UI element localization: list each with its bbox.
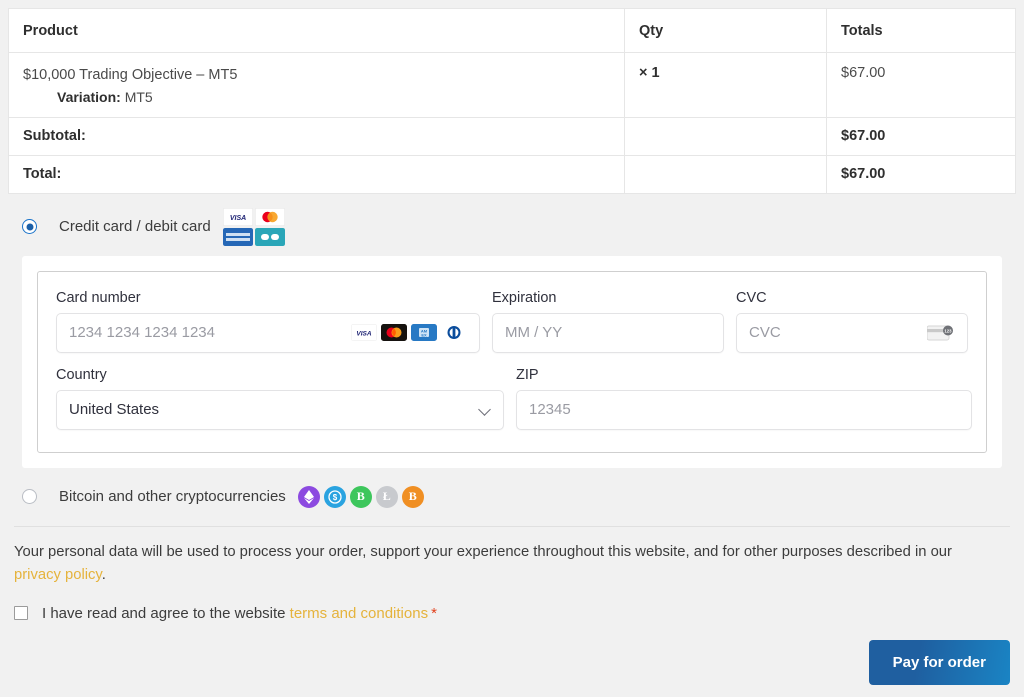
zip-label: ZIP: [516, 367, 972, 383]
field-cvc: CVC CVC 123: [736, 290, 968, 353]
bitcoin-cash-icon: B: [350, 486, 372, 508]
column-header-qty: Qty: [625, 9, 827, 53]
svg-text:VISA: VISA: [356, 331, 371, 338]
ethereum-icon: [298, 486, 320, 508]
country-label: Country: [56, 367, 504, 383]
cvc-label: CVC: [736, 290, 968, 306]
total-spacer: [625, 155, 827, 193]
privacy-text-before: Your personal data will be used to proce…: [14, 544, 952, 560]
terms-label: I have read and agree to the website ter…: [42, 605, 437, 622]
cvc-card-icon: 123: [927, 324, 955, 342]
card-number-input[interactable]: 1234 1234 1234 1234 VISA AMEX: [56, 313, 480, 353]
expiration-label: Expiration: [492, 290, 724, 306]
product-qty: × 1: [625, 53, 827, 118]
action-row: Pay for order: [0, 622, 1024, 685]
required-asterisk: *: [431, 605, 437, 622]
subtotal-label: Subtotal:: [9, 117, 625, 155]
product-name: $10,000 Trading Objective – MT5: [23, 65, 610, 87]
cb-icon: [255, 228, 285, 246]
svg-text:VISA: VISA: [230, 215, 246, 222]
column-header-totals: Totals: [827, 9, 1016, 53]
pay-for-order-button[interactable]: Pay for order: [869, 640, 1010, 685]
order-review-section: Product Qty Totals $10,000 Trading Objec…: [0, 0, 1024, 194]
payment-option-label-crypto: Bitcoin and other cryptocurrencies: [59, 488, 286, 505]
radio-crypto[interactable]: [22, 489, 37, 504]
subtotal-spacer: [625, 117, 827, 155]
payment-option-credit-card[interactable]: Credit card / debit card VISA: [8, 194, 1016, 256]
total-label: Total:: [9, 155, 625, 193]
terms-text-before: I have read and agree to the website: [42, 605, 290, 622]
chevron-down-icon: [479, 404, 491, 416]
privacy-text-after: .: [102, 567, 106, 583]
expiration-placeholder: MM / YY: [505, 324, 562, 341]
usdc-icon: $: [324, 486, 346, 508]
card-number-label: Card number: [56, 290, 480, 306]
zip-input[interactable]: 12345: [516, 390, 972, 430]
litecoin-icon: Ł: [376, 486, 398, 508]
amex-icon: [223, 228, 253, 246]
card-number-placeholder: 1234 1234 1234 1234: [69, 324, 215, 341]
svg-text:$: $: [333, 493, 338, 502]
visa-icon: VISA: [223, 208, 253, 226]
payment-option-label-credit-card: Credit card / debit card: [59, 218, 211, 235]
payment-methods-section: Credit card / debit card VISA Card numbe…: [0, 194, 1024, 514]
cvc-input[interactable]: CVC 123: [736, 313, 968, 353]
mastercard-icon: [381, 324, 407, 341]
accepted-cards-grid: VISA: [223, 208, 285, 246]
subtotal-value: $67.00: [827, 117, 1016, 155]
privacy-policy-link[interactable]: privacy policy: [14, 567, 102, 583]
order-summary-table: Product Qty Totals $10,000 Trading Objec…: [8, 8, 1016, 194]
card-form-row-1: Card number 1234 1234 1234 1234 VISA AME: [56, 290, 968, 353]
visa-icon: VISA: [351, 324, 377, 341]
total-value: $67.00: [827, 155, 1016, 193]
mastercard-icon: [255, 208, 285, 226]
privacy-policy-text: Your personal data will be used to proce…: [0, 527, 1000, 587]
country-select[interactable]: United States: [56, 390, 504, 430]
card-form-panel: Card number 1234 1234 1234 1234 VISA AME: [22, 256, 1002, 468]
subtotal-row: Subtotal: $67.00: [9, 117, 1016, 155]
crypto-icons-strip: $ B Ł B: [298, 486, 424, 508]
total-row: Total: $67.00: [9, 155, 1016, 193]
svg-text:EX: EX: [421, 333, 427, 338]
column-header-product: Product: [9, 9, 625, 53]
field-card-number: Card number 1234 1234 1234 1234 VISA AME: [56, 290, 480, 353]
cvc-placeholder: CVC: [749, 324, 781, 341]
amex-icon: AMEX: [411, 324, 437, 341]
product-cell: $10,000 Trading Objective – MT5 Variatio…: [9, 53, 625, 118]
country-value: United States: [69, 401, 159, 418]
field-zip: ZIP 12345: [516, 367, 972, 430]
terms-and-conditions-link[interactable]: terms and conditions: [290, 605, 428, 622]
bitcoin-icon: B: [402, 486, 424, 508]
card-number-brand-icons: VISA AMEX: [351, 324, 467, 341]
variation-value: MT5: [125, 89, 153, 105]
field-country: Country United States: [56, 367, 504, 430]
product-line-total: $67.00: [827, 53, 1016, 118]
radio-credit-card[interactable]: [22, 219, 37, 234]
field-expiration: Expiration MM / YY: [492, 290, 724, 353]
zip-placeholder: 12345: [529, 401, 571, 418]
terms-checkbox[interactable]: [14, 606, 28, 620]
payment-option-crypto[interactable]: Bitcoin and other cryptocurrencies $ B Ł…: [8, 468, 1016, 514]
card-form-row-2: Country United States ZIP 12345: [56, 367, 968, 430]
expiration-input[interactable]: MM / YY: [492, 313, 724, 353]
diners-icon: [441, 324, 467, 341]
table-row: $10,000 Trading Objective – MT5 Variatio…: [9, 53, 1016, 118]
table-header-row: Product Qty Totals: [9, 9, 1016, 53]
card-form-inner: Card number 1234 1234 1234 1234 VISA AME: [37, 271, 987, 453]
variation-label: Variation:: [57, 89, 121, 105]
terms-agreement-row[interactable]: I have read and agree to the website ter…: [0, 587, 1024, 622]
svg-text:123: 123: [944, 328, 952, 333]
product-variation: Variation: MT5: [23, 89, 610, 105]
